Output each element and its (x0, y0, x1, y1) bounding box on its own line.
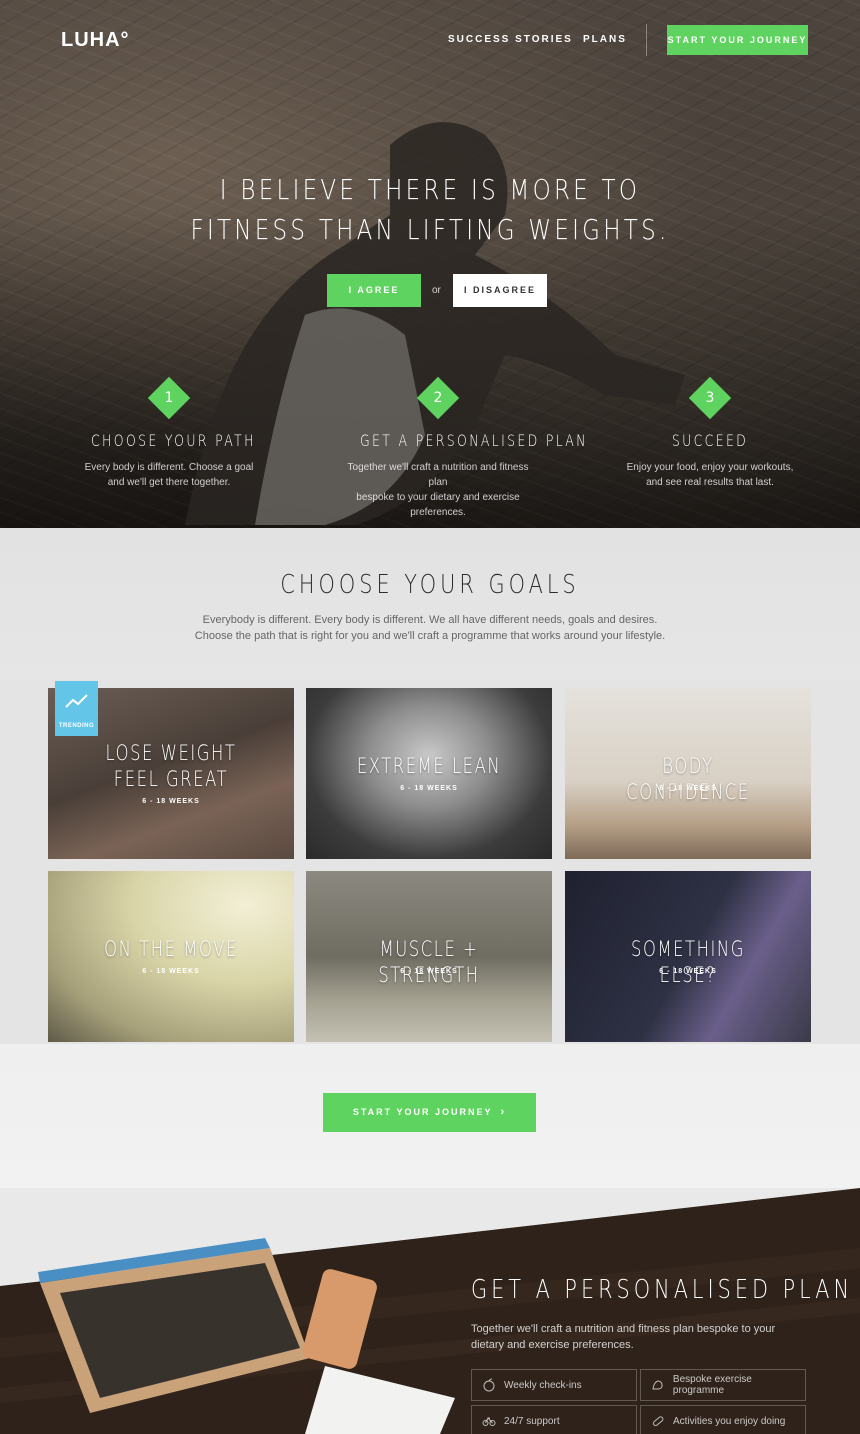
plan-description: Together we'll craft a nutrition and fit… (471, 1323, 776, 1351)
step-number-badge: 2 (416, 376, 460, 420)
trending-up-icon (65, 694, 88, 708)
hero-headline: I BELIEVE THERE IS MORE TO FITNESS THAN … (77, 170, 782, 250)
pill-icon (652, 1416, 664, 1427)
step-number-badge: 1 (147, 376, 191, 420)
goal-tile-muscle-strength[interactable]: MUSCLE + STRENGTH 6 - 18 WEEKS (306, 871, 552, 1042)
step-number-badge: 3 (688, 376, 732, 420)
bicycle-icon (482, 1417, 496, 1426)
goal-tile-on-the-move[interactable]: ON THE MOVE 6 - 18 WEEKS (48, 871, 294, 1042)
step-title: SUCCEED (671, 431, 749, 450)
goal-tiles-grid: LOSE WEIGHT FEEL GREAT 6 - 18 WEEKS EXTR… (0, 680, 860, 1044)
start-journey-nav-button[interactable]: START YOUR JOURNEY (667, 25, 808, 55)
goal-tile-body-confidence[interactable]: BODY CONFIDENCE 6 - 18 WEEKS (565, 688, 811, 859)
plan-title: GET A PERSONALISED PLAN (471, 1275, 854, 1305)
step-title: GET A PERSONALISED PLAN (360, 431, 588, 450)
step-1: 1 CHOOSE YOUR PATH Every body is differe… (69, 376, 269, 490)
feature-bespoke-exercise: Bespoke exercise programme (640, 1369, 806, 1401)
trending-label: TRENDING (58, 723, 95, 729)
nav-link-success-stories[interactable]: SUCCESS STORIES (448, 34, 573, 45)
feature-support: 24/7 support (471, 1405, 637, 1434)
goal-tile-something-else[interactable]: SOMETHING ELSE? 6 - 18 WEEKS (565, 871, 811, 1042)
nav-link-plans[interactable]: PLANS (583, 34, 627, 45)
or-separator: or (432, 285, 441, 296)
hero-headline-line-2: FITNESS THAN LIFTING WEIGHTS. (190, 213, 670, 246)
step-description: Enjoy your food, enjoy your workouts, and… (626, 462, 794, 488)
trending-badge: TRENDING (55, 681, 98, 736)
muscle-icon (652, 1380, 663, 1390)
top-nav: LUHA° SUCCESS STORIES PLANS START YOUR J… (0, 0, 860, 80)
goal-tile-extreme-lean[interactable]: EXTREME LEAN 6 - 18 WEEKS (306, 688, 552, 859)
disagree-button[interactable]: I DISAGREE (453, 274, 547, 307)
goals-title: CHOOSE YOUR GOALS (280, 570, 580, 600)
agree-button[interactable]: I AGREE (327, 274, 421, 307)
step-title: CHOOSE YOUR PATH (91, 431, 256, 450)
feature-weekly-check-ins: Weekly check-ins (471, 1369, 637, 1401)
start-journey-label: START YOUR JOURNEY (352, 1107, 493, 1117)
chevron-right-icon: › (500, 1106, 507, 1118)
start-journey-button[interactable]: START YOUR JOURNEY › (323, 1093, 536, 1132)
step-2: 2 GET A PERSONALISED PLAN Together we'll… (338, 376, 588, 520)
step-3: 3 SUCCEED Enjoy your food, enjoy your wo… (610, 376, 810, 490)
apple-icon (483, 1378, 495, 1392)
feature-activities: Activities you enjoy doing (640, 1405, 806, 1434)
goals-section: CHOOSE YOUR GOALS Everybody is different… (0, 528, 860, 1188)
nav-divider (646, 24, 647, 56)
step-description: Together we'll craft a nutrition and fit… (347, 462, 529, 518)
brand-logo[interactable]: LUHA° (61, 29, 130, 52)
goals-subtitle: Everybody is different. Every body is di… (194, 614, 666, 642)
hero-headline-line-1: I BELIEVE THERE IS MORE TO (219, 173, 641, 206)
step-description: Every body is different. Choose a goal an… (84, 462, 254, 488)
